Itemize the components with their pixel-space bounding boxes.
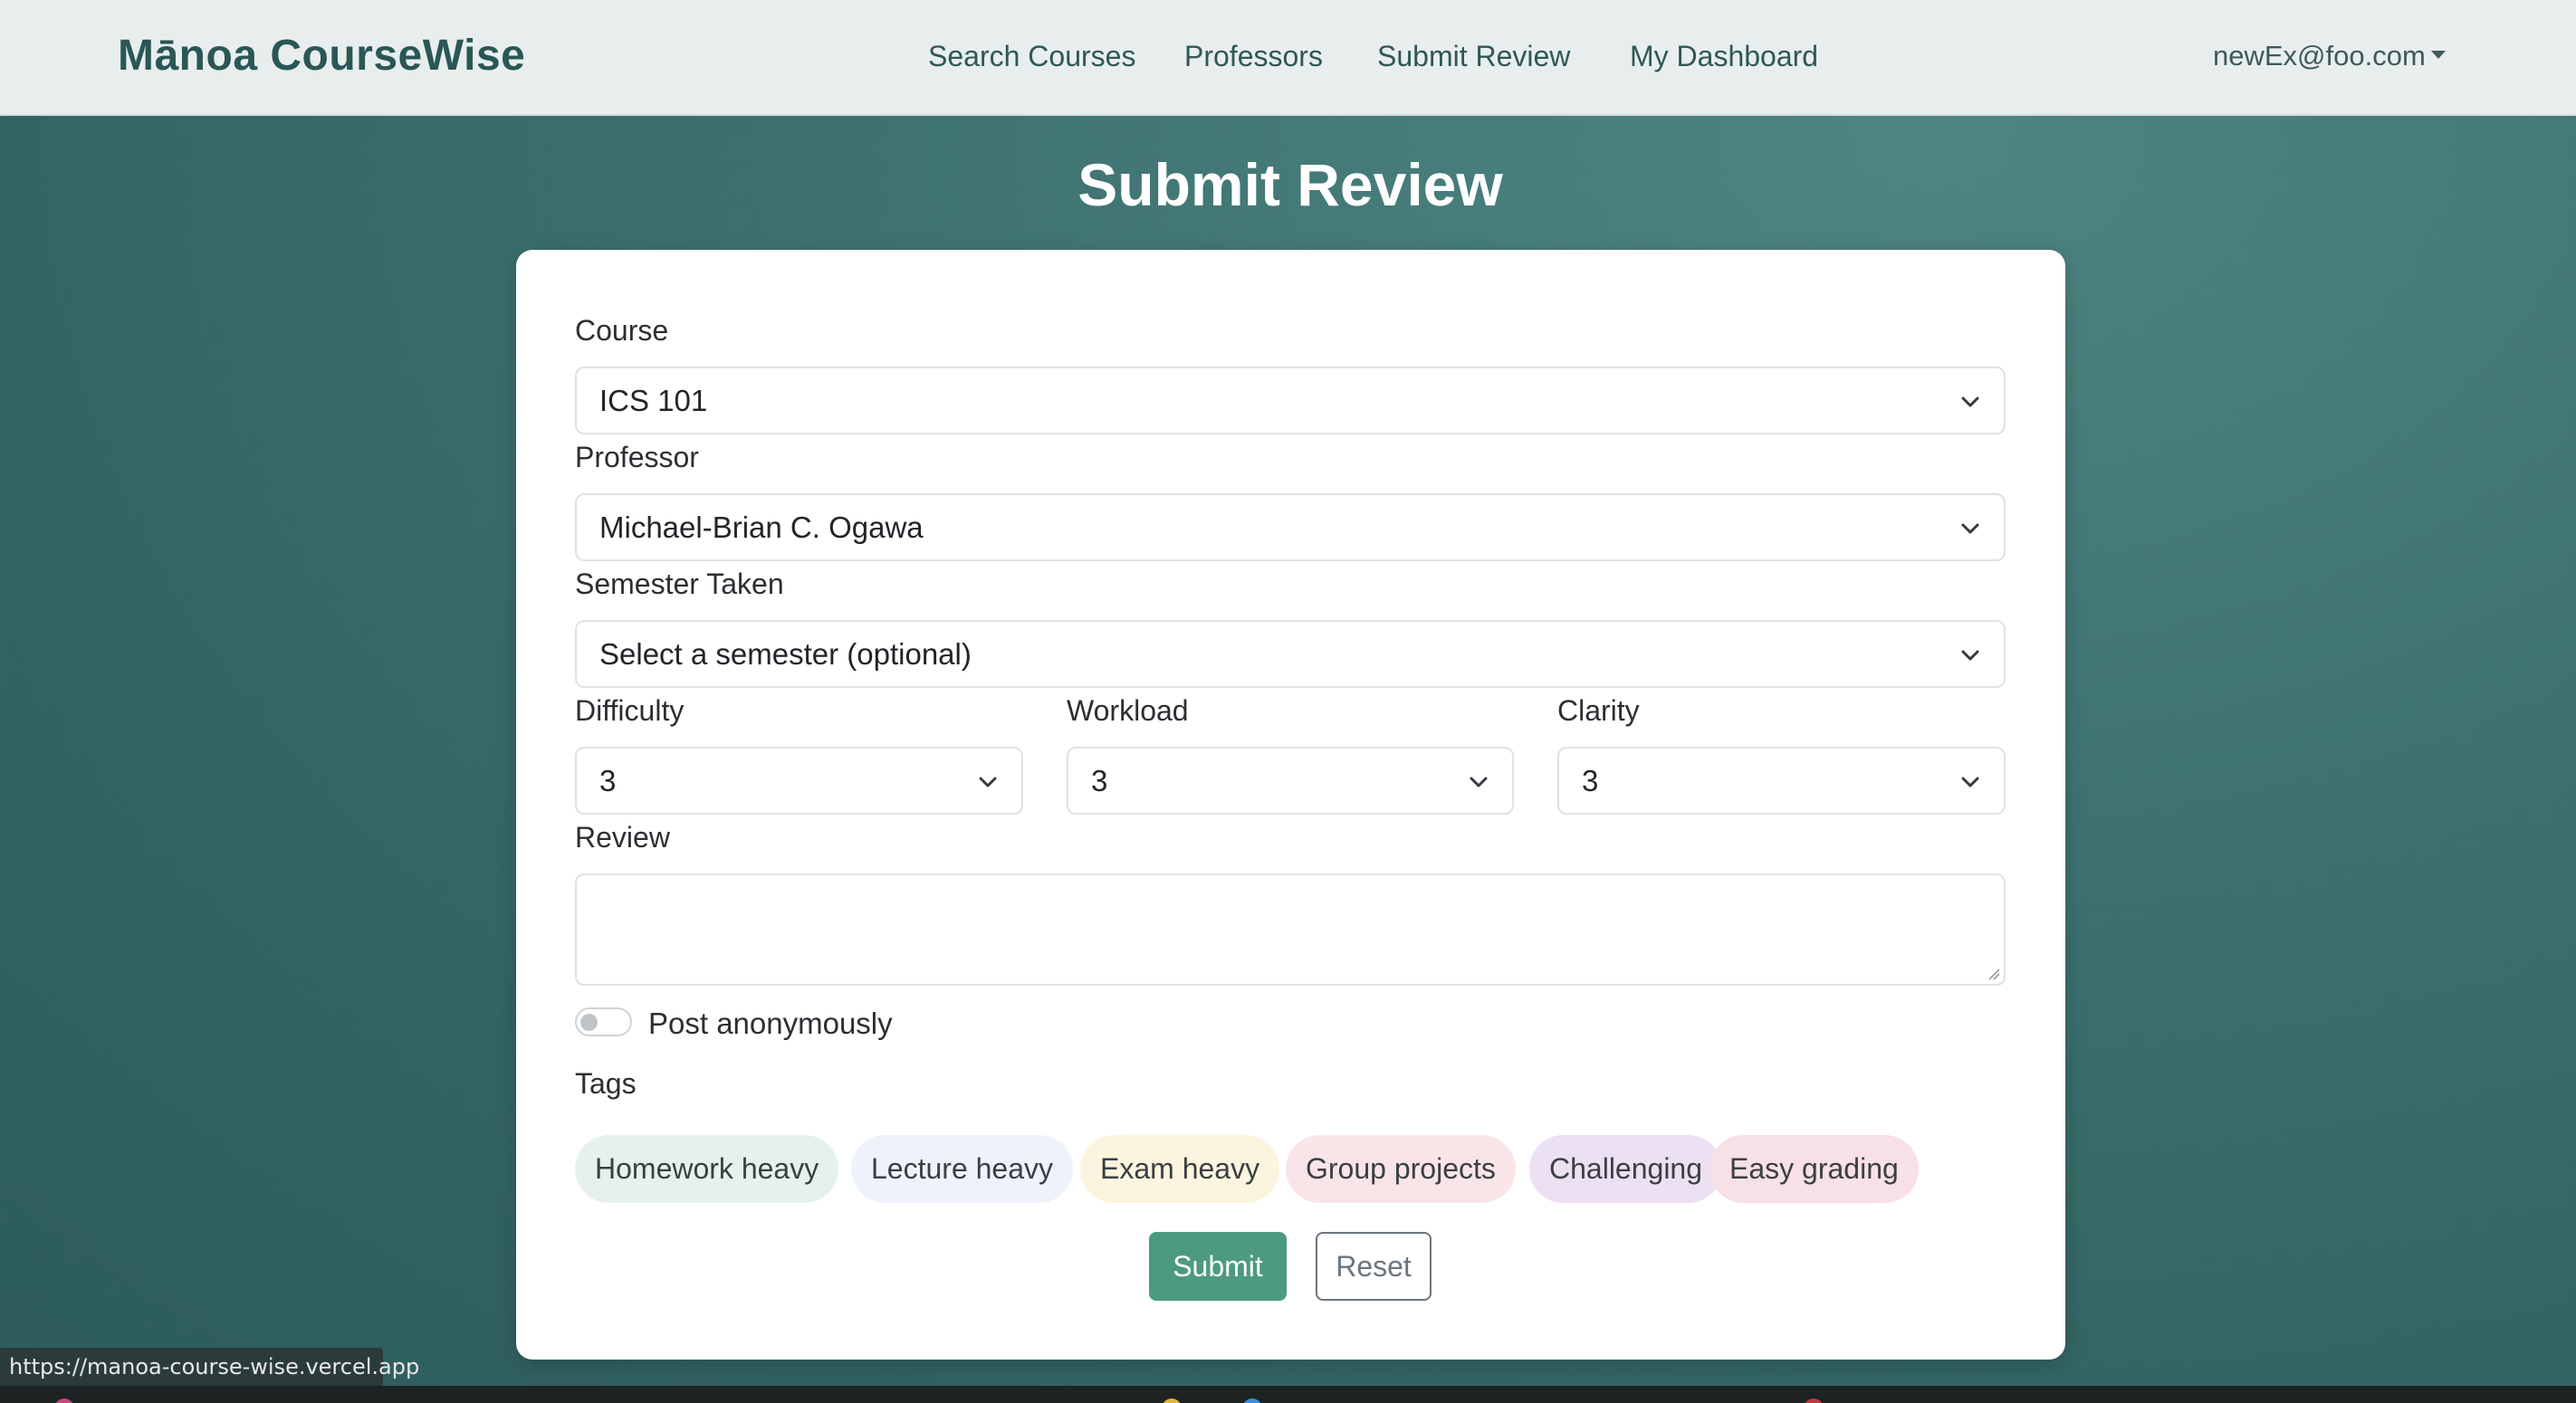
page-title: Submit Review [1077, 151, 1503, 218]
difficulty-select-value: 3 [599, 764, 617, 797]
user-menu-dropdown[interactable]: newEx@foo.com [2213, 40, 2446, 72]
taskbar [0, 1386, 2576, 1403]
chevron-down-icon [1960, 645, 1980, 665]
professor-select[interactable]: Michael-Brian C. Ogawa [575, 493, 2006, 561]
semester-label: Semester Taken [575, 568, 784, 600]
difficulty-select[interactable]: 3 [575, 747, 1023, 815]
nav-link-submit-review[interactable]: Submit Review [1377, 40, 1570, 73]
caret-down-icon [2430, 51, 2446, 60]
tag-easy-grading[interactable]: Easy grading [1709, 1135, 1919, 1203]
submit-button[interactable]: Submit [1149, 1232, 1287, 1301]
workload-select[interactable]: 3 [1067, 747, 1514, 815]
professor-select-value: Michael-Brian C. Ogawa [599, 511, 924, 544]
tags-label: Tags [575, 1067, 637, 1100]
taskbar-app-icon[interactable] [1162, 1398, 1182, 1403]
course-label: Course [575, 314, 669, 347]
clarity-select[interactable]: 3 [1557, 747, 2006, 815]
chevron-down-icon [1469, 772, 1489, 792]
chevron-down-icon [1960, 392, 1980, 412]
chevron-down-icon [1960, 772, 1980, 792]
anonymous-toggle-label: Post anonymously [648, 1007, 893, 1040]
review-label: Review [575, 821, 670, 854]
nav-link-my-dashboard[interactable]: My Dashboard [1630, 40, 1818, 73]
chevron-down-icon [978, 772, 998, 792]
clarity-label: Clarity [1557, 694, 1640, 727]
workload-select-value: 3 [1091, 764, 1108, 797]
resize-grip-icon[interactable] [1987, 968, 2000, 980]
nav-links: Search Courses Professors Submit Review … [0, 40, 2576, 80]
tag-challenging[interactable]: Challenging [1529, 1135, 1723, 1203]
taskbar-app-icon[interactable] [1242, 1398, 1262, 1403]
taskbar-app-icon[interactable] [54, 1398, 74, 1403]
anonymous-toggle[interactable] [575, 1007, 632, 1036]
reset-button[interactable]: Reset [1316, 1232, 1432, 1301]
toggle-knob [580, 1014, 598, 1031]
review-form-card: Course ICS 101 Professor Michael-Brian C… [516, 250, 2065, 1360]
course-select[interactable]: ICS 101 [575, 367, 2006, 434]
navbar: Mānoa CourseWise Search Courses Professo… [0, 0, 2576, 116]
tag-group-projects[interactable]: Group projects [1286, 1135, 1516, 1203]
clarity-select-value: 3 [1582, 764, 1599, 797]
tag-exam-heavy[interactable]: Exam heavy [1080, 1135, 1280, 1203]
status-bar-url: https://manoa-course-wise.vercel.app [0, 1348, 419, 1386]
course-select-value: ICS 101 [599, 384, 708, 417]
tag-lecture-heavy[interactable]: Lecture heavy [851, 1135, 1074, 1203]
nav-link-search-courses[interactable]: Search Courses [928, 40, 1135, 73]
semester-select-value: Select a semester (optional) [599, 637, 972, 671]
professor-label: Professor [575, 441, 699, 473]
workload-label: Workload [1067, 694, 1189, 727]
review-textarea[interactable] [575, 873, 2006, 986]
semester-select[interactable]: Select a semester (optional) [575, 620, 2006, 688]
difficulty-label: Difficulty [575, 694, 685, 727]
user-email: newEx@foo.com [2213, 40, 2426, 72]
taskbar-app-icon[interactable] [1804, 1398, 1824, 1403]
tag-homework-heavy[interactable]: Homework heavy [575, 1135, 839, 1203]
nav-link-professors[interactable]: Professors [1184, 40, 1323, 73]
chevron-down-icon [1960, 519, 1980, 539]
